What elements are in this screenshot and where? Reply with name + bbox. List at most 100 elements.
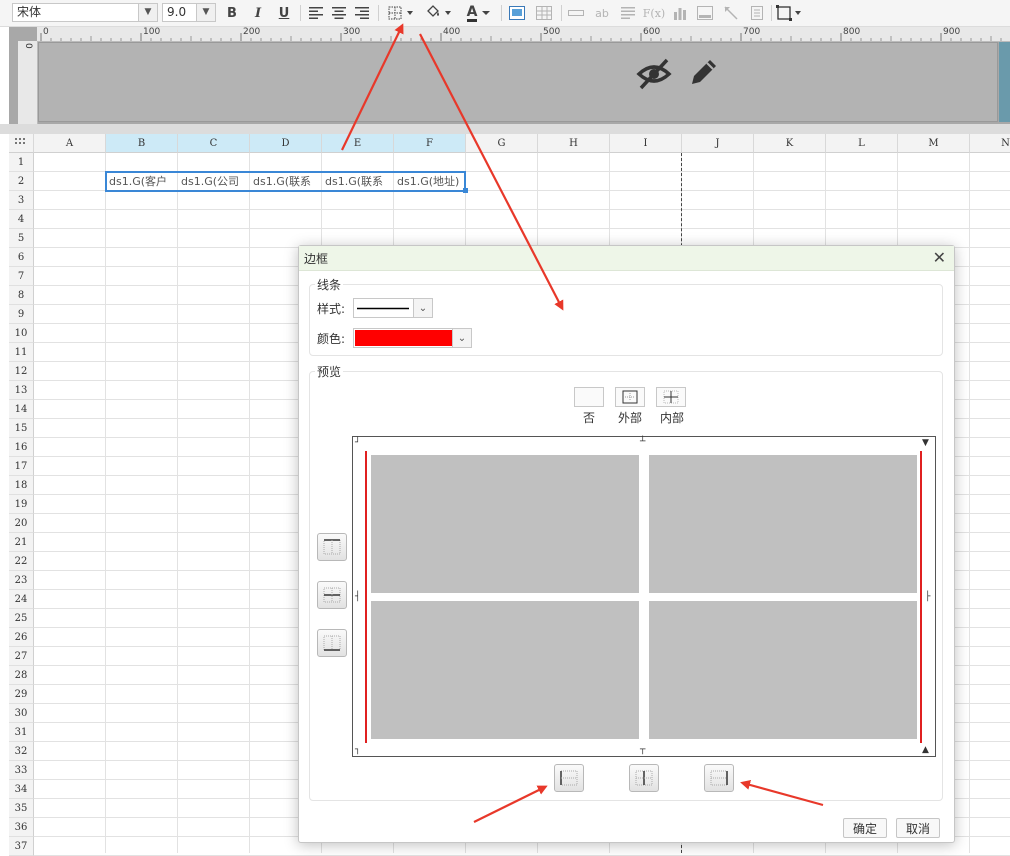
border-right-button[interactable] — [704, 764, 734, 792]
row-header-32[interactable]: 32 — [9, 742, 34, 761]
toolbar-separator — [561, 5, 562, 21]
column-header-g[interactable]: G — [466, 134, 538, 153]
ok-button[interactable]: 确定 — [843, 818, 887, 838]
row-header-26[interactable]: 26 — [9, 628, 34, 647]
border-button[interactable] — [386, 3, 416, 23]
cell-selection[interactable] — [105, 171, 466, 192]
eye-hidden-icon[interactable] — [636, 57, 672, 91]
border-bottom-button[interactable] — [317, 629, 347, 657]
row-header-13[interactable]: 13 — [9, 381, 34, 400]
align-right-button[interactable] — [353, 3, 371, 23]
row-header-10[interactable]: 10 — [9, 324, 34, 343]
font-color-button[interactable]: A — [463, 3, 495, 23]
row-header-21[interactable]: 21 — [9, 533, 34, 552]
row-header-6[interactable]: 6 — [9, 248, 34, 267]
row-header-15[interactable]: 15 — [9, 419, 34, 438]
formula-button[interactable]: F(x) — [643, 3, 665, 23]
designer-scrollbar[interactable] — [999, 42, 1010, 122]
row-header-36[interactable]: 36 — [9, 818, 34, 837]
row-header-27[interactable]: 27 — [9, 647, 34, 666]
row-header-33[interactable]: 33 — [9, 761, 34, 780]
row-header-16[interactable]: 16 — [9, 438, 34, 457]
page-button[interactable] — [748, 3, 766, 23]
line-color-select[interactable]: ⌄ — [353, 328, 472, 348]
row-header-23[interactable]: 23 — [9, 571, 34, 590]
fill-color-button[interactable] — [423, 3, 455, 23]
column-header-h[interactable]: H — [538, 134, 610, 153]
row-header-18[interactable]: 18 — [9, 476, 34, 495]
row-header-30[interactable]: 30 — [9, 704, 34, 723]
row-header-4[interactable]: 4 — [9, 210, 34, 229]
frame-button[interactable] — [776, 3, 802, 23]
row-header-1[interactable]: 1 — [9, 153, 34, 172]
column-header-k[interactable]: K — [754, 134, 826, 153]
select-all-corner[interactable] — [9, 134, 34, 153]
row-header-12[interactable]: 12 — [9, 362, 34, 381]
border-middle-vertical-button[interactable] — [629, 764, 659, 792]
column-header-c[interactable]: C — [178, 134, 250, 153]
preset-none-button[interactable] — [574, 387, 604, 407]
align-left-button[interactable] — [307, 3, 325, 23]
border-middle-horizontal-button[interactable] — [317, 581, 347, 609]
column-header-e[interactable]: E — [322, 134, 394, 153]
row-header-22[interactable]: 22 — [9, 552, 34, 571]
row-header-2[interactable]: 2 — [9, 172, 34, 191]
pencil-edit-icon[interactable] — [686, 56, 720, 90]
text-button[interactable]: ab — [592, 3, 612, 23]
fill-handle[interactable] — [463, 188, 468, 193]
insert-textbox-button[interactable] — [567, 3, 585, 23]
row-header-20[interactable]: 20 — [9, 514, 34, 533]
row-header-3[interactable]: 3 — [9, 191, 34, 210]
row-header-29[interactable]: 29 — [9, 685, 34, 704]
font-name-select[interactable]: 宋体 ▼ — [12, 3, 158, 22]
preset-outer-button[interactable] — [615, 387, 645, 407]
grid-button[interactable] — [535, 3, 553, 23]
bold-button[interactable]: B — [223, 3, 241, 23]
italic-button[interactable]: I — [249, 3, 267, 23]
splitter[interactable] — [0, 124, 1010, 134]
column-header-l[interactable]: L — [826, 134, 898, 153]
font-size-select[interactable]: 9.0 ▼ — [162, 3, 216, 22]
column-header-j[interactable]: J — [682, 134, 754, 153]
cancel-button[interactable]: 取消 — [896, 818, 940, 838]
row-header-7[interactable]: 7 — [9, 267, 34, 286]
row-header-11[interactable]: 11 — [9, 343, 34, 362]
column-header-f[interactable]: F — [394, 134, 466, 153]
row-header-25[interactable]: 25 — [9, 609, 34, 628]
row-header-35[interactable]: 35 — [9, 799, 34, 818]
insert-image-button[interactable] — [508, 3, 526, 23]
font-name-value: 宋体 — [17, 5, 42, 19]
report-header-band[interactable] — [38, 42, 998, 122]
line-style-select[interactable]: ⌄ — [353, 298, 433, 318]
preset-inner-button[interactable] — [656, 387, 686, 407]
column-header-i[interactable]: I — [610, 134, 682, 153]
border-top-button[interactable] — [317, 533, 347, 561]
row-header-19[interactable]: 19 — [9, 495, 34, 514]
insert-picture-button[interactable] — [696, 3, 714, 23]
close-icon[interactable]: ✕ — [933, 248, 946, 267]
row-header-9[interactable]: 9 — [9, 305, 34, 324]
column-header-m[interactable]: M — [898, 134, 970, 153]
paragraph-button[interactable] — [619, 3, 637, 23]
column-header-b[interactable]: B — [106, 134, 178, 153]
row-header-31[interactable]: 31 — [9, 723, 34, 742]
text-ab-label: ab — [595, 6, 609, 20]
preview-right-border — [920, 451, 922, 743]
slash-button[interactable] — [722, 3, 740, 23]
row-header-34[interactable]: 34 — [9, 780, 34, 799]
column-header-d[interactable]: D — [250, 134, 322, 153]
row-header-8[interactable]: 8 — [9, 286, 34, 305]
column-header-n[interactable]: N — [970, 134, 1010, 153]
row-header-37[interactable]: 37 — [9, 837, 34, 856]
align-center-button[interactable] — [330, 3, 348, 23]
row-header-5[interactable]: 5 — [9, 229, 34, 248]
insert-chart-button[interactable] — [671, 3, 689, 23]
row-header-24[interactable]: 24 — [9, 590, 34, 609]
border-preview[interactable]: ┘ ┴ ▼ ┤ ├ ┐ ┬ ▲ — [352, 436, 936, 757]
underline-button[interactable]: U — [275, 3, 293, 23]
border-left-button[interactable] — [554, 764, 584, 792]
row-header-28[interactable]: 28 — [9, 666, 34, 685]
column-header-a[interactable]: A — [34, 134, 106, 153]
row-header-17[interactable]: 17 — [9, 457, 34, 476]
row-header-14[interactable]: 14 — [9, 400, 34, 419]
